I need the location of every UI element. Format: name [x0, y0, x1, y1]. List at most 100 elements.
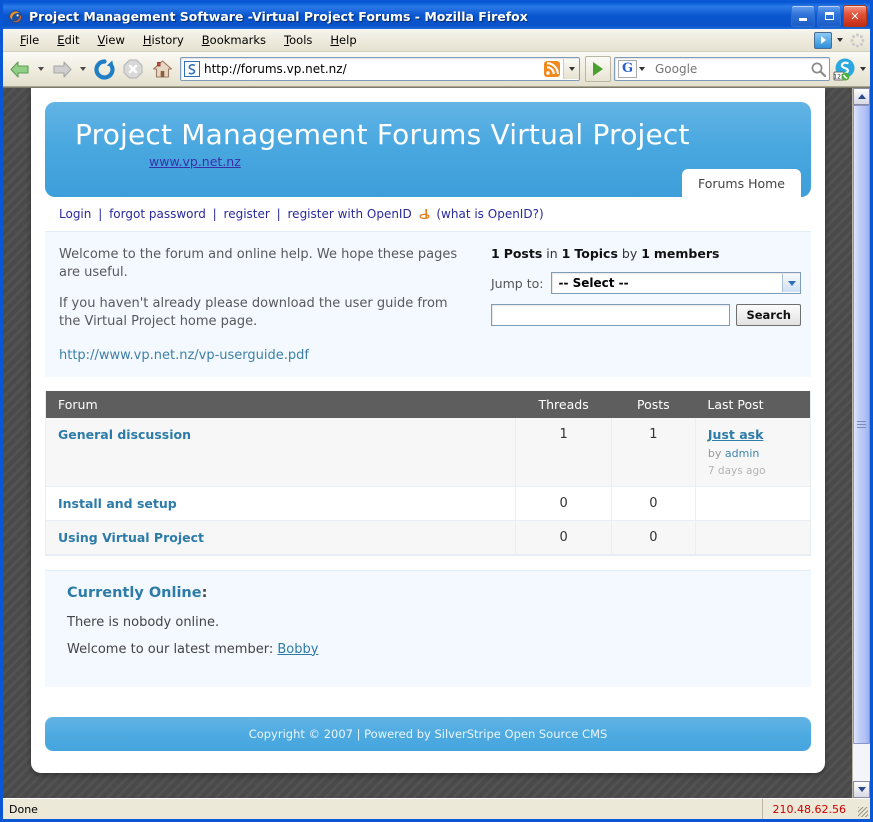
scrollbar-track[interactable]	[853, 105, 870, 781]
stats-topics-count: 1	[562, 246, 571, 261]
stats-members-word: members	[654, 246, 720, 261]
forum-search-row: Search	[491, 304, 801, 326]
latest-member-prefix: Welcome to our latest member:	[67, 642, 273, 657]
forum-table-wrapper: Forum Threads Posts Last Post General di…	[45, 391, 811, 556]
posts-cell: 0	[611, 520, 695, 554]
url-text: http://forums.vp.net.nz/	[204, 62, 543, 76]
go-button[interactable]	[585, 56, 611, 82]
menu-view[interactable]: View	[89, 31, 134, 49]
browser-window: Project Management Software -Virtual Pro…	[0, 0, 873, 822]
search-bar[interactable]: G	[614, 57, 830, 81]
back-dropdown-icon[interactable]	[38, 67, 44, 71]
menu-edit[interactable]: Edit	[48, 31, 88, 49]
forum-cell: Using Virtual Project	[46, 520, 516, 554]
forward-dropdown-icon[interactable]	[80, 67, 86, 71]
site-favicon-icon	[184, 61, 200, 77]
maximize-button[interactable]	[817, 5, 841, 27]
title-bar: Project Management Software -Virtual Pro…	[3, 3, 870, 29]
google-icon: G	[618, 60, 637, 78]
forum-link[interactable]: Install and setup	[58, 496, 177, 511]
throbber-icon	[848, 32, 866, 48]
login-link[interactable]: Login	[59, 207, 91, 221]
url-dropdown-icon[interactable]	[563, 59, 579, 79]
openid-icon	[419, 208, 430, 219]
register-link[interactable]: register	[224, 207, 270, 221]
scrollbar-thumb[interactable]	[853, 105, 870, 744]
scrollbar-grip-icon	[857, 421, 866, 428]
intro-text-column: Welcome to the forum and online help. We…	[59, 246, 491, 363]
chevron-down-icon[interactable]	[837, 38, 843, 42]
latest-member-link[interactable]: Bobby	[277, 642, 318, 657]
forum-search-input[interactable]	[491, 304, 730, 326]
home-button[interactable]	[149, 56, 175, 82]
scroll-down-button[interactable]	[853, 781, 870, 798]
page-title: Project Management Forums Virtual Projec…	[75, 120, 811, 151]
column-header-posts: Posts	[611, 391, 695, 418]
site-url-link[interactable]: www.vp.net.nz	[149, 154, 241, 169]
jump-to-selected-value: -- Select --	[558, 276, 628, 290]
forum-link[interactable]: Using Virtual Project	[58, 530, 204, 545]
forum-search-button[interactable]: Search	[736, 304, 801, 326]
browser-viewport: Project Management Forums Virtual Projec…	[3, 87, 870, 798]
intro-panel: Welcome to the forum and online help. We…	[45, 231, 811, 377]
link-separator-1: |	[98, 207, 102, 221]
currently-online-panel: Currently Online: There is nobody online…	[45, 570, 811, 687]
chevron-down-icon[interactable]	[782, 274, 800, 292]
link-separator-2: |	[213, 207, 217, 221]
forum-link[interactable]: General discussion	[58, 427, 191, 442]
posts-cell: 1	[611, 418, 695, 487]
page-content-area: Project Management Forums Virtual Projec…	[3, 88, 852, 798]
forgot-password-link[interactable]: forgot password	[109, 207, 206, 221]
stats-members-count: 1	[641, 246, 650, 261]
table-row: Install and setup 0 0	[46, 486, 810, 520]
threads-cell: 0	[516, 520, 612, 554]
stats-in-word: in	[546, 246, 557, 261]
media-player-icon[interactable]	[814, 32, 832, 48]
what-is-openid-link[interactable]: (what is OpenID?)	[436, 207, 543, 221]
register-openid-link[interactable]: register with OpenID	[288, 207, 412, 221]
menu-bookmarks[interactable]: Bookmarks	[193, 31, 275, 49]
threads-cell: 1	[516, 418, 612, 487]
search-icon[interactable]	[807, 59, 829, 79]
last-post-link[interactable]: Just ask	[708, 427, 810, 442]
back-button[interactable]	[7, 56, 33, 82]
forward-button[interactable]	[49, 56, 75, 82]
page-card: Project Management Forums Virtual Projec…	[31, 88, 825, 773]
skype-icon[interactable]: 123	[833, 57, 857, 81]
forum-table: Forum Threads Posts Last Post General di…	[46, 391, 810, 555]
toolbar-overflow-icon[interactable]	[860, 67, 866, 71]
reload-button[interactable]	[91, 56, 117, 82]
search-input[interactable]	[649, 61, 807, 77]
last-post-cell	[695, 486, 810, 520]
last-post-author-link[interactable]: admin	[725, 447, 759, 460]
tab-forums-home[interactable]: Forums Home	[682, 169, 801, 197]
column-header-last-post: Last Post	[695, 391, 810, 418]
jump-to-select[interactable]: -- Select --	[551, 272, 801, 294]
stats-by-word: by	[622, 246, 637, 261]
close-button[interactable]: ✕	[843, 5, 867, 27]
latest-member-line: Welcome to our latest member: Bobby	[67, 642, 795, 657]
vertical-scrollbar[interactable]	[852, 88, 870, 798]
last-post-by-prefix: by	[708, 447, 722, 460]
link-separator-3: |	[277, 207, 281, 221]
rss-feed-icon[interactable]	[543, 60, 561, 78]
menu-history[interactable]: History	[134, 31, 193, 49]
url-bar[interactable]: http://forums.vp.net.nz/	[180, 57, 580, 81]
firefox-logo-icon	[7, 8, 24, 25]
menu-help[interactable]: Help	[321, 31, 365, 49]
minimize-button[interactable]	[791, 5, 815, 27]
menubar-extras	[814, 32, 866, 48]
scroll-up-button[interactable]	[853, 88, 870, 105]
forum-cell: Install and setup	[46, 486, 516, 520]
menu-file[interactable]: File	[11, 31, 48, 49]
user-guide-link[interactable]: http://www.vp.net.nz/vp-userguide.pdf	[59, 348, 309, 363]
resize-grip-icon[interactable]	[856, 799, 870, 819]
table-header-row: Forum Threads Posts Last Post	[46, 391, 810, 418]
stats-topics-word: Topics	[574, 246, 618, 261]
last-post-cell: Just ask by admin 7 days ago	[695, 418, 810, 487]
last-post-author-line: by admin	[708, 447, 810, 460]
stop-button[interactable]	[120, 56, 146, 82]
search-engine-dropdown-icon[interactable]	[639, 67, 645, 71]
menu-tools[interactable]: Tools	[275, 31, 321, 49]
currently-online-colon: :	[202, 585, 208, 601]
